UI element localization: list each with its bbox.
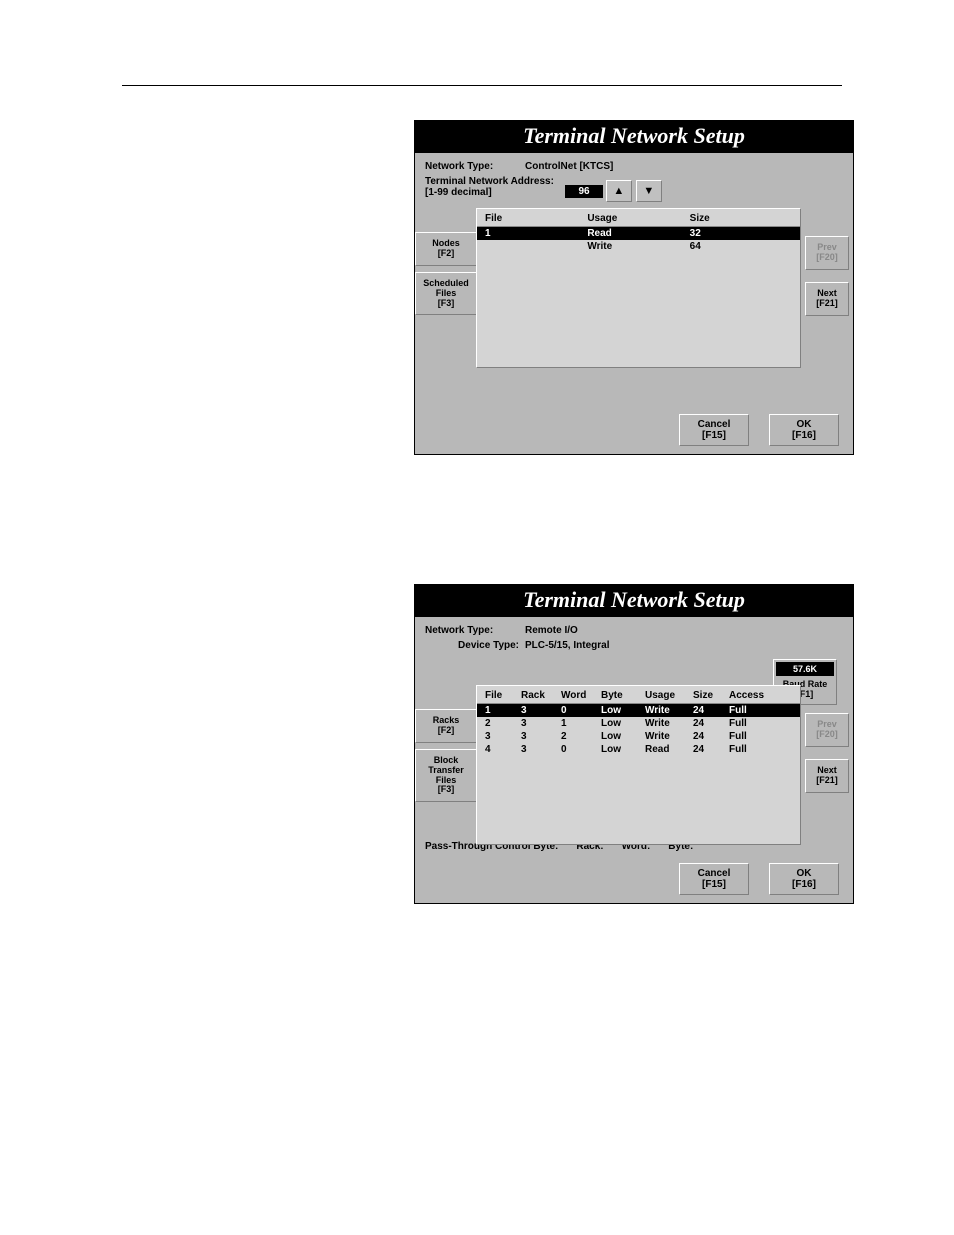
prev-button[interactable]: Prev[F20] <box>805 713 849 747</box>
cancel-button[interactable]: Cancel[F15] <box>679 414 749 446</box>
list-row[interactable]: 332LowWrite24Full <box>477 730 800 743</box>
address-down-button[interactable]: ▼ <box>636 180 662 202</box>
col-size: Size <box>690 213 792 224</box>
cell-rack: 3 <box>521 718 557 729</box>
cell-file: 1 <box>485 228 587 239</box>
col-usage: Usage <box>645 690 689 701</box>
cell-usage: Write <box>645 705 689 716</box>
triangle-down-icon: ▼ <box>643 185 654 197</box>
cell-size: 32 <box>690 228 792 239</box>
list-row[interactable]: 430 Low Read 24 Full <box>477 743 800 756</box>
next-button[interactable]: Next[F21] <box>805 282 849 316</box>
list-row[interactable]: 130 Low Write 24 Full <box>477 704 800 717</box>
cell-file: 4 <box>485 744 517 755</box>
address-range: [1-99 decimal] <box>425 187 565 198</box>
col-file: File <box>485 690 517 701</box>
list-row[interactable]: 1Read32 <box>477 227 800 240</box>
address-label: Terminal Network Address: <box>425 176 565 187</box>
cell-byte: Low <box>601 731 641 742</box>
cancel-button[interactable]: Cancel[F15] <box>679 863 749 895</box>
cell-access: Full <box>729 731 777 742</box>
ok-button[interactable]: OK[F16] <box>769 414 839 446</box>
dialog-title: Terminal Network Setup <box>415 585 853 617</box>
list-row[interactable]: 231 Low Write 24 Full <box>477 717 800 730</box>
cell-usage: Write <box>645 731 689 742</box>
cell-file: 3 <box>485 731 517 742</box>
list-row[interactable]: Write64 <box>477 240 800 253</box>
col-rack: Rack <box>521 690 557 701</box>
col-byte: Byte <box>601 690 641 701</box>
cell-usage: Write <box>587 241 689 252</box>
next-button[interactable]: Next[F21] <box>805 759 849 793</box>
device-type-value: PLC-5/15, Integral <box>525 640 609 651</box>
cell-byte: Low <box>601 744 641 755</box>
tab-scheduled-files[interactable]: ScheduledFiles[F3] <box>415 272 477 316</box>
network-type-label: Network Type: <box>425 161 525 172</box>
cell-usage: Write <box>645 718 689 729</box>
cell-usage: Read <box>587 228 689 239</box>
cell-access: Full <box>729 718 777 729</box>
cell-rack: 3 <box>521 705 557 716</box>
col-file: File <box>485 213 587 224</box>
cell-size: 24 <box>693 731 725 742</box>
cell-byte: Low <box>601 718 641 729</box>
network-type-value: ControlNet [KTCS] <box>525 161 613 172</box>
triangle-up-icon: ▲ <box>613 185 624 197</box>
terminal-network-setup-controlnet: Terminal Network Setup Network Type: Con… <box>414 120 854 455</box>
tab-racks[interactable]: Racks[F2] <box>415 709 477 743</box>
cell-word: 0 <box>561 744 597 755</box>
cell-size: 24 <box>693 718 725 729</box>
col-usage: Usage <box>587 213 689 224</box>
file-list[interactable]: File Usage Size 1Read32Write64 <box>476 208 801 368</box>
baud-rate-value: 57.6K <box>776 662 834 676</box>
ok-button[interactable]: OK[F16] <box>769 863 839 895</box>
cell-file: 2 <box>485 718 517 729</box>
cell-file <box>485 241 587 252</box>
network-type-label: Network Type: <box>425 625 525 636</box>
cell-byte: Low <box>601 705 641 716</box>
terminal-network-setup-remoteio: Terminal Network Setup Network Type: Rem… <box>414 584 854 904</box>
cell-word: 1 <box>561 718 597 729</box>
cell-size: 24 <box>693 705 725 716</box>
address-up-button[interactable]: ▲ <box>606 180 632 202</box>
cell-rack: 3 <box>521 744 557 755</box>
cell-file: 1 <box>485 705 517 716</box>
device-type-label: Device Type: <box>425 640 525 651</box>
cell-rack: 3 <box>521 731 557 742</box>
dialog-title: Terminal Network Setup <box>415 121 853 153</box>
cell-word: 0 <box>561 705 597 716</box>
cell-word: 2 <box>561 731 597 742</box>
cell-usage: Read <box>645 744 689 755</box>
col-size: Size <box>693 690 725 701</box>
tab-nodes[interactable]: Nodes[F2] <box>415 232 477 266</box>
tab-block-transfer-files[interactable]: BlockTransferFiles[F3] <box>415 749 477 803</box>
prev-button[interactable]: Prev[F20] <box>805 236 849 270</box>
col-word: Word <box>561 690 597 701</box>
rack-list[interactable]: File Rack Word Byte Usage Size Access 13… <box>476 685 801 845</box>
cell-access: Full <box>729 744 777 755</box>
cell-size: 64 <box>690 241 792 252</box>
cell-access: Full <box>729 705 777 716</box>
address-value[interactable]: 96 <box>565 185 603 198</box>
cell-size: 24 <box>693 744 725 755</box>
col-access: Access <box>729 690 777 701</box>
network-type-value: Remote I/O <box>525 625 578 636</box>
